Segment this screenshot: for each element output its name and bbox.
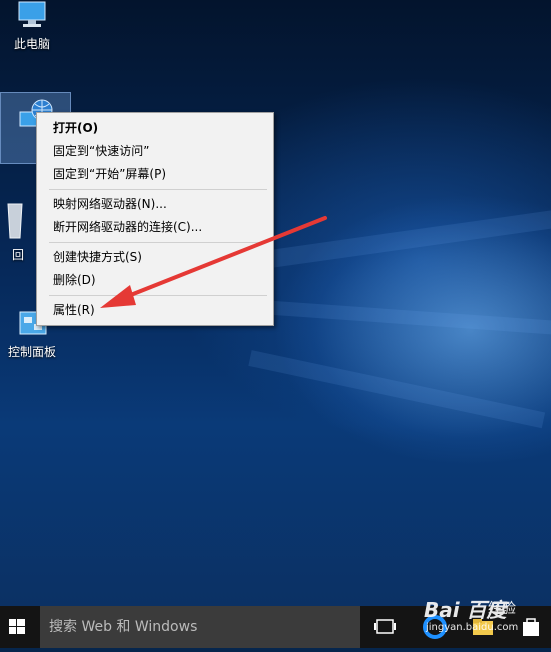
recycle-bin-icon (7, 203, 23, 239)
menu-item-delete[interactable]: 删除(D) (37, 269, 273, 292)
menu-separator (49, 189, 267, 190)
search-box[interactable]: 搜索 Web 和 Windows (40, 606, 360, 648)
start-button[interactable] (0, 606, 36, 648)
menu-item-disconnect-network-drive[interactable]: 断开网络驱动器的连接(C)... (37, 216, 273, 239)
menu-item-pin-start[interactable]: 固定到“开始”屏幕(P) (37, 163, 273, 186)
menu-item-properties[interactable]: 属性(R) (37, 299, 273, 322)
light-beam (248, 350, 546, 429)
search-placeholder: 搜索 Web 和 Windows (49, 619, 198, 635)
menu-separator (49, 242, 267, 243)
baidu-jingyan-watermark: Bai 百度 经验 jingyan.baidu.com (420, 592, 550, 648)
menu-separator (49, 295, 267, 296)
desktop-icon-recycle-bin[interactable]: 回 (0, 200, 30, 262)
watermark-chinese: 经验 (488, 601, 516, 617)
windows-logo-icon (9, 619, 25, 634)
light-beam (268, 208, 551, 268)
computer-icon (18, 1, 46, 27)
context-menu: 打开(O) 固定到“快速访问” 固定到“开始”屏幕(P) 映射网络驱动器(N).… (36, 112, 274, 326)
watermark-url: jingyan.baidu.com (426, 622, 519, 633)
menu-item-pin-quick-access[interactable]: 固定到“快速访问” (37, 140, 273, 163)
task-view-icon (374, 619, 396, 634)
desktop-icon-label: 控制面板 (7, 345, 56, 359)
desktop-icon-label: 此电脑 (13, 37, 50, 51)
desktop-icon-this-pc[interactable]: 此电脑 (0, 0, 64, 52)
task-view-button[interactable] (372, 614, 398, 640)
menu-item-map-network-drive[interactable]: 映射网络驱动器(N)... (37, 193, 273, 216)
desktop-icon-label: 回 (12, 248, 25, 262)
menu-item-open[interactable]: 打开(O) (37, 117, 273, 140)
menu-item-create-shortcut[interactable]: 创建快捷方式(S) (37, 246, 273, 269)
light-beam (259, 300, 551, 335)
